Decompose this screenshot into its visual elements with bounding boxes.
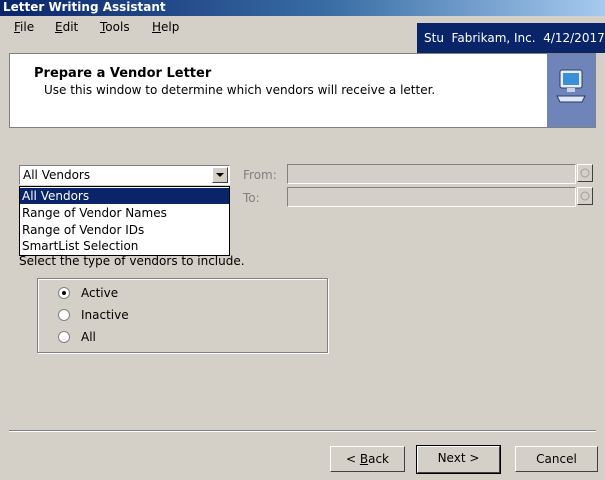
company-date-text: Stu Fabrikam, Inc. 4/12/2017: [424, 31, 605, 45]
dropdown-option-all-vendors[interactable]: All Vendors: [20, 188, 229, 204]
vendor-status-group: Active Inactive All: [37, 278, 328, 353]
radio-label-active: Active: [81, 286, 119, 300]
vendor-range-selected: All Vendors: [23, 168, 91, 182]
header-panel: Prepare a Vendor Letter Use this window …: [9, 53, 596, 128]
dropdown-option-smartlist[interactable]: SmartList Selection: [20, 238, 229, 254]
dropdown-option-range-vendor-ids[interactable]: Range of Vendor IDs: [20, 222, 229, 238]
menu-help[interactable]: Help: [152, 20, 179, 34]
from-lookup-button[interactable]: [577, 164, 593, 182]
next-button[interactable]: Next >: [416, 445, 501, 474]
radio-selected-dot: [62, 291, 66, 295]
lookup-icon: [580, 168, 590, 178]
chevron-down-icon: [216, 173, 224, 177]
cancel-button[interactable]: Cancel: [515, 446, 598, 472]
title-bar[interactable]: Letter Writing Assistant: [0, 0, 605, 16]
next-button-label: Next >: [437, 451, 480, 465]
menu-tools[interactable]: Tools: [100, 20, 130, 34]
cancel-button-label: Cancel: [536, 452, 577, 466]
page-title: Prepare a Vendor Letter: [34, 66, 212, 81]
vendor-range-select[interactable]: All Vendors: [19, 165, 230, 185]
dropdown-button[interactable]: [212, 167, 228, 183]
from-field[interactable]: [287, 164, 576, 184]
company-date-bar: Stu Fabrikam, Inc. 4/12/2017: [417, 23, 605, 53]
page-description: Use this window to determine which vendo…: [44, 83, 436, 97]
footer-separator: [9, 430, 596, 432]
back-button[interactable]: < Back: [330, 446, 405, 472]
from-label: From:: [243, 168, 277, 182]
vendor-range-dropdown-list: All Vendors Range of Vendor Names Range …: [19, 186, 230, 256]
to-field[interactable]: [287, 187, 576, 207]
vendor-type-label: Select the type of vendors to include.: [19, 254, 245, 268]
radio-label-all: All: [81, 330, 96, 344]
radio-button-inactive[interactable]: [58, 309, 70, 321]
to-label: To:: [243, 191, 260, 205]
computer-wizard-icon: [547, 54, 595, 127]
menu-file[interactable]: File: [14, 20, 34, 34]
radio-button-active[interactable]: [58, 287, 70, 299]
radio-label-inactive: Inactive: [81, 308, 129, 322]
dropdown-option-range-vendor-names[interactable]: Range of Vendor Names: [20, 205, 229, 221]
menu-edit[interactable]: Edit: [55, 20, 78, 34]
lookup-icon: [580, 191, 590, 201]
window-title: Letter Writing Assistant: [3, 0, 166, 14]
to-lookup-button[interactable]: [577, 187, 593, 205]
radio-button-all[interactable]: [58, 331, 70, 343]
